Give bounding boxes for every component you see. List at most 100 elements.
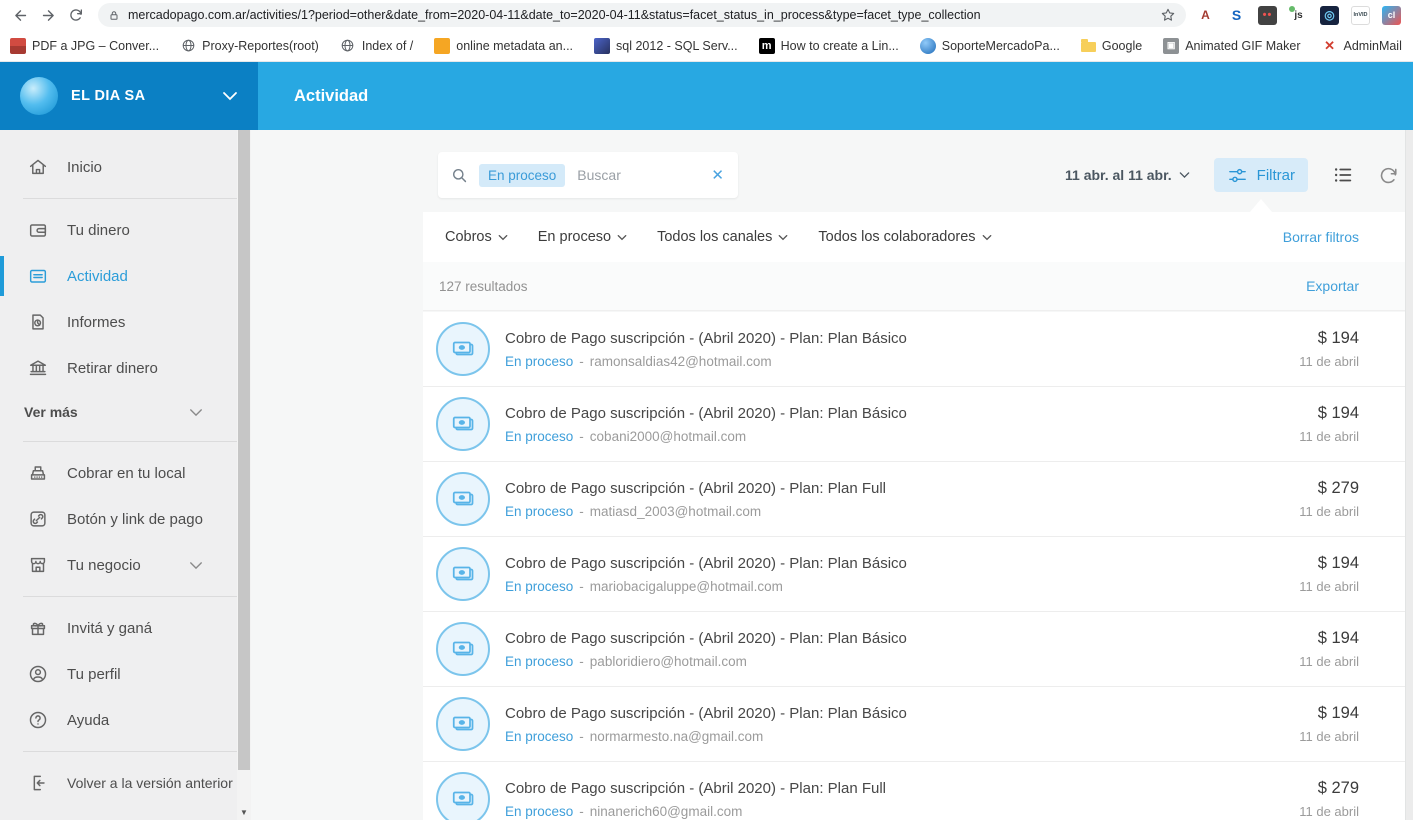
bookmark-label: How to create a Lin... [781,39,899,53]
cl-extension-icon[interactable]: cl [1382,6,1401,25]
money-icon [436,322,490,376]
pdf-extension-icon[interactable]: A [1196,6,1215,25]
topbar: Actividad [258,62,1413,130]
folder-icon [1081,42,1096,52]
forward-icon[interactable] [34,2,62,28]
bookmark-item[interactable]: ▣ Animated GIF Maker [1163,38,1300,54]
sidebar-item-volver-version-anterior[interactable]: Volver a la versión anterior [0,760,237,806]
bookmark-item[interactable]: Proxy-Reportes(root) [180,38,319,54]
results-count: 127 resultados [439,279,528,294]
bookmark-item[interactable]: m How to create a Lin... [759,38,899,54]
sidebar-item-label: Retirar dinero [67,360,158,377]
payment-link-icon [27,508,49,530]
bookmarks-bar: PDF a JPG – Conver... Proxy-Reportes(roo… [0,30,1413,62]
search-filter-chip[interactable]: En proceso [479,164,565,187]
pdfjpg-favicon [10,38,26,54]
table-row[interactable]: Cobro de Pago suscripción - (Abril 2020)… [423,312,1405,387]
filter-dropdown-label: En proceso [538,229,611,245]
bookmark-star-icon[interactable] [1160,7,1176,23]
transaction-title: Cobro de Pago suscripción - (Abril 2020)… [505,330,907,347]
sidebar-item-cobrar-en-tu-local[interactable]: Cobrar en tu local [0,450,237,496]
mask-extension-icon[interactable]: •• [1258,6,1277,25]
table-row[interactable]: Cobro de Pago suscripción - (Abril 2020)… [423,537,1405,612]
table-row[interactable]: Cobro de Pago suscripción - (Abril 2020)… [423,387,1405,462]
sidebar-item-inicio[interactable]: Inicio [0,144,237,190]
transaction-date: 11 de abril [1299,504,1359,519]
filter-dropdown-colaboradores[interactable]: Todos los colaboradores [818,229,991,245]
reload-icon[interactable] [62,2,90,28]
browser-toolbar: mercadopago.com.ar/activities/1?period=o… [0,0,1413,30]
bookmark-item[interactable]: sql 2012 - SQL Serv... [594,38,738,54]
sidebar-item-actividad[interactable]: Actividad [0,253,237,299]
red-x-favicon: ✕ [1322,38,1338,54]
js-extension-icon[interactable]: js [1289,6,1308,25]
back-icon[interactable] [6,2,34,28]
payer-email: mariobacigaluppe@hotmail.com [590,579,783,594]
sidebar-item-retirar-dinero[interactable]: Retirar dinero [0,345,237,391]
business-switcher[interactable]: EL DIA SA [0,62,258,130]
page-scrollbar[interactable] [1405,130,1413,820]
clear-filters-link[interactable]: Borrar filtros [1283,229,1359,245]
sidebar-item-label: Tu dinero [67,222,130,239]
address-bar[interactable]: mercadopago.com.ar/activities/1?period=o… [98,3,1186,27]
sidebar-item-tu-perfil[interactable]: Tu perfil [0,651,237,697]
sidebar-item-boton-link-de-pago[interactable]: Botón y link de pago [0,496,237,542]
sidebar-item-tu-dinero[interactable]: Tu dinero [0,207,237,253]
bookmark-item[interactable]: ✕ AdminMail [1322,38,1402,54]
bookmark-item[interactable]: SoporteMercadoPa... [920,38,1060,54]
invid-extension-icon[interactable]: InVID [1351,6,1370,25]
table-row[interactable]: Cobro de Pago suscripción - (Abril 2020)… [423,687,1405,762]
transaction-title: Cobro de Pago suscripción - (Abril 2020)… [505,555,907,572]
table-row[interactable]: Cobro de Pago suscripción - (Abril 2020)… [423,462,1405,537]
sidebar-item-informes[interactable]: Informes [0,299,237,345]
sidebar-item-ver-mas[interactable]: Ver más [0,391,237,433]
search-box[interactable]: En proceso ✕ [438,152,738,198]
list-view-icon[interactable] [1332,164,1354,186]
bookmark-folder[interactable]: Google [1081,39,1142,53]
sidebar-item-tu-negocio[interactable]: Tu negocio [0,542,237,588]
filter-button-label: Filtrar [1257,167,1295,184]
sidebar-item-invita-y-gana[interactable]: Invitá y ganá [0,605,237,651]
sidebar-item-label: Tu perfil [67,666,121,683]
bookmark-label: sql 2012 - SQL Serv... [616,39,738,53]
sidebar-item-label: Tu negocio [67,557,141,574]
filter-dropdown-operacion[interactable]: Cobros [445,229,508,245]
bookmark-item[interactable]: Index of / [340,38,413,54]
chevron-down-icon [982,234,992,241]
filter-button[interactable]: Filtrar [1214,158,1308,192]
chevron-down-icon [1179,171,1190,179]
table-row[interactable]: Cobro de Pago suscripción - (Abril 2020)… [423,612,1405,687]
filter-dropdown-canales[interactable]: Todos los canales [657,229,788,245]
transactions-list: Cobro de Pago suscripción - (Abril 2020)… [423,312,1405,820]
url-text: mercadopago.com.ar/activities/1?period=o… [128,8,1152,22]
bookmark-label: Index of / [362,39,413,53]
extensions-area: A S •• js ◎ InVID cl [1194,6,1407,25]
filter-dropdown-label: Todos los canales [657,229,772,245]
target-extension-icon[interactable]: ◎ [1320,6,1339,25]
transaction-amount: $ 194 [1299,329,1359,348]
transaction-date: 11 de abril [1299,729,1359,744]
transaction-date: 11 de abril [1299,654,1359,669]
globe-favicon [180,38,196,54]
sidebar-item-ayuda[interactable]: Ayuda [0,697,237,743]
scrollbar-thumb[interactable] [238,130,250,770]
clear-search-icon[interactable]: ✕ [709,166,726,184]
wallet-icon [27,219,49,241]
scroll-down-arrow-icon[interactable]: ▼ [237,807,251,819]
date-range-label: 11 abr. al 11 abr. [1065,167,1172,183]
filter-dropdown-estado[interactable]: En proceso [538,229,627,245]
refresh-icon[interactable] [1378,165,1399,186]
chevron-down-icon [222,91,238,101]
lock-icon [108,9,120,22]
bookmark-item[interactable]: PDF a JPG – Conver... [10,38,159,54]
export-link[interactable]: Exportar [1306,278,1359,294]
divider [23,596,237,597]
table-row[interactable]: Cobro de Pago suscripción - (Abril 2020)… [423,762,1405,820]
sidebar-scrollbar[interactable]: ▼ [237,130,251,820]
bookmark-item[interactable]: online metadata an... [434,38,573,54]
chevron-down-icon [189,408,203,417]
payer-email: ramonsaldias42@hotmail.com [590,354,772,369]
s-extension-icon[interactable]: S [1227,6,1246,25]
search-input[interactable] [575,166,699,184]
date-range-dropdown[interactable]: 11 abr. al 11 abr. [1065,167,1190,183]
